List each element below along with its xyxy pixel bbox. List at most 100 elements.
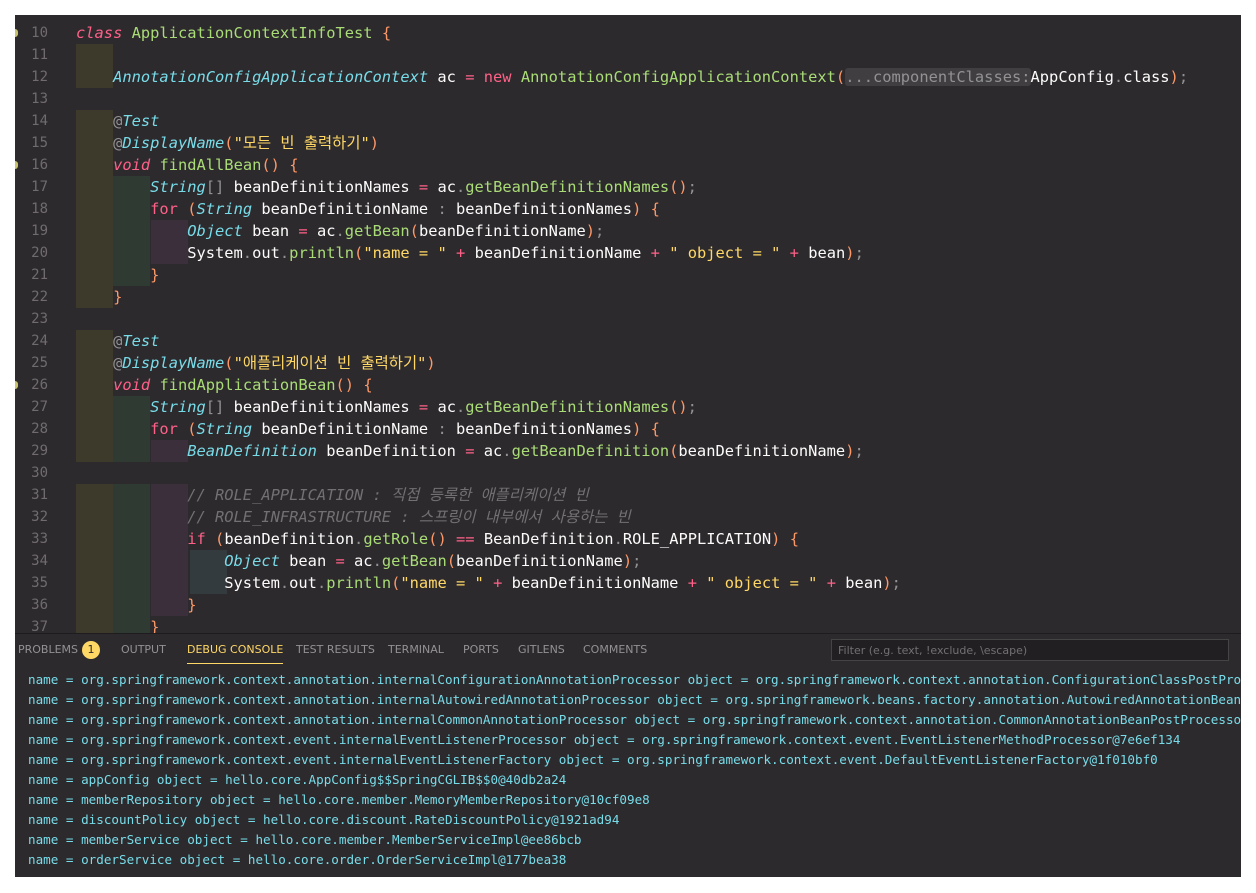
- code-line[interactable]: 29 BeanDefinition beanDefinition = ac.ge…: [15, 440, 1241, 462]
- console-line: name = org.springframework.context.event…: [28, 732, 1181, 747]
- line-number: 36: [31, 597, 48, 613]
- indent-guide: [76, 44, 113, 66]
- line-number: 12: [31, 69, 48, 85]
- line-number: 18: [31, 201, 48, 217]
- code-text[interactable]: for (String beanDefinitionName : beanDef…: [76, 418, 660, 440]
- line-number: 31: [31, 487, 48, 503]
- line-number: 17: [31, 179, 48, 195]
- code-text[interactable]: String[] beanDefinitionNames = ac.getBea…: [76, 396, 697, 418]
- line-number: 20: [31, 245, 48, 261]
- code-line[interactable]: 31 // ROLE_APPLICATION : 직접 등록한 애플리케이션 빈: [15, 484, 1241, 506]
- bottom-panel: PROBLEMS 1 OUTPUT DEBUG CONSOLE TEST RESULTS…: [15, 633, 1241, 877]
- code-line[interactable]: 16 void findAllBean() {: [15, 154, 1241, 176]
- problems-count-badge: 1: [82, 641, 100, 659]
- code-text[interactable]: }: [76, 594, 196, 616]
- tab-problems[interactable]: PROBLEMS: [18, 634, 78, 666]
- code-line[interactable]: 11: [15, 44, 1241, 66]
- code-text[interactable]: @DisplayName("애플리케이션 빈 출력하기"): [76, 352, 436, 374]
- code-text[interactable]: class ApplicationContextInfoTest {: [76, 22, 391, 44]
- code-line[interactable]: 33 if (beanDefinition.getRole() == BeanD…: [15, 528, 1241, 550]
- console-line: name = memberRepository object = hello.c…: [28, 792, 650, 807]
- console-line: name = discountPolicy object = hello.cor…: [28, 812, 620, 827]
- debug-console-output: name = org.springframework.context.annot…: [28, 670, 1241, 874]
- code-line[interactable]: 25 @DisplayName("애플리케이션 빈 출력하기"): [15, 352, 1241, 374]
- code-line[interactable]: 13: [15, 88, 1241, 110]
- line-number: 13: [31, 91, 48, 107]
- tab-terminal[interactable]: TERMINAL: [388, 634, 444, 666]
- console-line: name = memberService object = hello.core…: [28, 832, 582, 847]
- line-number: 26: [31, 377, 48, 393]
- code-line[interactable]: 12 AnnotationConfigApplicationContext ac…: [15, 66, 1241, 88]
- code-line[interactable]: 35 System.out.println("name = " + beanDe…: [15, 572, 1241, 594]
- line-number: 25: [31, 355, 48, 371]
- code-text[interactable]: AnnotationConfigApplicationContext ac = …: [76, 66, 1188, 88]
- line-number: 11: [31, 47, 48, 63]
- code-line[interactable]: 36 }: [15, 594, 1241, 616]
- line-number: 19: [31, 223, 48, 239]
- line-number: 24: [31, 333, 48, 349]
- code-text[interactable]: }: [76, 286, 122, 308]
- line-number: 22: [31, 289, 48, 305]
- line-number: 32: [31, 509, 48, 525]
- line-number: 10: [31, 25, 48, 41]
- code-line[interactable]: 34 Object bean = ac.getBean(beanDefiniti…: [15, 550, 1241, 572]
- code-text[interactable]: @Test: [76, 330, 159, 352]
- code-text[interactable]: @DisplayName("모든 빈 출력하기"): [76, 132, 379, 154]
- line-number: 29: [31, 443, 48, 459]
- console-line: name = org.springframework.context.event…: [28, 752, 1158, 767]
- code-line[interactable]: 28 for (String beanDefinitionName : bean…: [15, 418, 1241, 440]
- console-line: name = appConfig object = hello.core.App…: [28, 772, 567, 787]
- tab-test-results[interactable]: TEST RESULTS: [296, 634, 375, 666]
- line-number: 33: [31, 531, 48, 547]
- tab-comments[interactable]: COMMENTS: [583, 634, 647, 666]
- line-number: 15: [31, 135, 48, 151]
- line-number: 23: [31, 311, 48, 327]
- line-number: 28: [31, 421, 48, 437]
- code-line[interactable]: 32 // ROLE_INFRASTRUCTURE : 스프링이 내부에서 사용…: [15, 506, 1241, 528]
- code-line[interactable]: 19 Object bean = ac.getBean(beanDefiniti…: [15, 220, 1241, 242]
- vscode-window: 10 class ApplicationContextInfoTest {11 12…: [15, 15, 1241, 877]
- code-editor[interactable]: 10 class ApplicationContextInfoTest { 11 12…: [15, 22, 1241, 640]
- code-line[interactable]: 23: [15, 308, 1241, 330]
- code-text[interactable]: @Test: [76, 110, 159, 132]
- code-line[interactable]: 30: [15, 462, 1241, 484]
- code-line[interactable]: 15 @DisplayName("모든 빈 출력하기"): [15, 132, 1241, 154]
- code-text[interactable]: for (String beanDefinitionName : beanDef…: [76, 198, 660, 220]
- code-text[interactable]: if (beanDefinition.getRole() == BeanDefi…: [76, 528, 799, 550]
- code-text[interactable]: Object bean = ac.getBean(beanDefinitionN…: [76, 550, 641, 572]
- console-line: name = org.springframework.context.annot…: [28, 712, 1241, 727]
- code-text[interactable]: void findAllBean() {: [76, 154, 298, 176]
- code-text[interactable]: }: [76, 264, 159, 286]
- code-line[interactable]: 10 class ApplicationContextInfoTest {: [15, 22, 1241, 44]
- line-number: 34: [31, 553, 48, 569]
- code-text[interactable]: System.out.println("name = " + beanDefin…: [76, 572, 901, 594]
- code-text[interactable]: // ROLE_INFRASTRUCTURE : 스프링이 내부에서 사용하는 …: [76, 506, 631, 528]
- code-line[interactable]: 24 @Test: [15, 330, 1241, 352]
- console-filter-input[interactable]: [831, 639, 1229, 661]
- code-line[interactable]: 26 void findApplicationBean() {: [15, 374, 1241, 396]
- code-text[interactable]: void findApplicationBean() {: [76, 374, 373, 396]
- code-text[interactable]: System.out.println("name = " + beanDefin…: [76, 242, 864, 264]
- tab-debug-console[interactable]: DEBUG CONSOLE: [187, 634, 284, 666]
- code-line[interactable]: 14 @Test: [15, 110, 1241, 132]
- console-line: name = orderService object = hello.core.…: [28, 852, 567, 867]
- tab-output[interactable]: OUTPUT: [121, 634, 166, 666]
- code-line[interactable]: 20 System.out.println("name = " + beanDe…: [15, 242, 1241, 264]
- tab-ports[interactable]: PORTS: [463, 634, 499, 666]
- console-line: name = org.springframework.context.annot…: [28, 692, 1241, 707]
- code-text[interactable]: // ROLE_APPLICATION : 직접 등록한 애플리케이션 빈: [76, 484, 589, 506]
- code-line[interactable]: 27 String[] beanDefinitionNames = ac.get…: [15, 396, 1241, 418]
- code-line[interactable]: 21 }: [15, 264, 1241, 286]
- line-number: 21: [31, 267, 48, 283]
- line-number: 27: [31, 399, 48, 415]
- code-line[interactable]: 22 }: [15, 286, 1241, 308]
- code-line[interactable]: 17 String[] beanDefinitionNames = ac.get…: [15, 176, 1241, 198]
- code-line[interactable]: 18 for (String beanDefinitionName : bean…: [15, 198, 1241, 220]
- code-text[interactable]: Object bean = ac.getBean(beanDefinitionN…: [76, 220, 604, 242]
- tab-gitlens[interactable]: GITLENS: [518, 634, 565, 666]
- line-number: 16: [31, 157, 48, 173]
- code-text[interactable]: BeanDefinition beanDefinition = ac.getBe…: [76, 440, 864, 462]
- console-line: name = org.springframework.context.annot…: [28, 672, 1241, 687]
- code-text[interactable]: String[] beanDefinitionNames = ac.getBea…: [76, 176, 697, 198]
- line-number: 14: [31, 113, 48, 129]
